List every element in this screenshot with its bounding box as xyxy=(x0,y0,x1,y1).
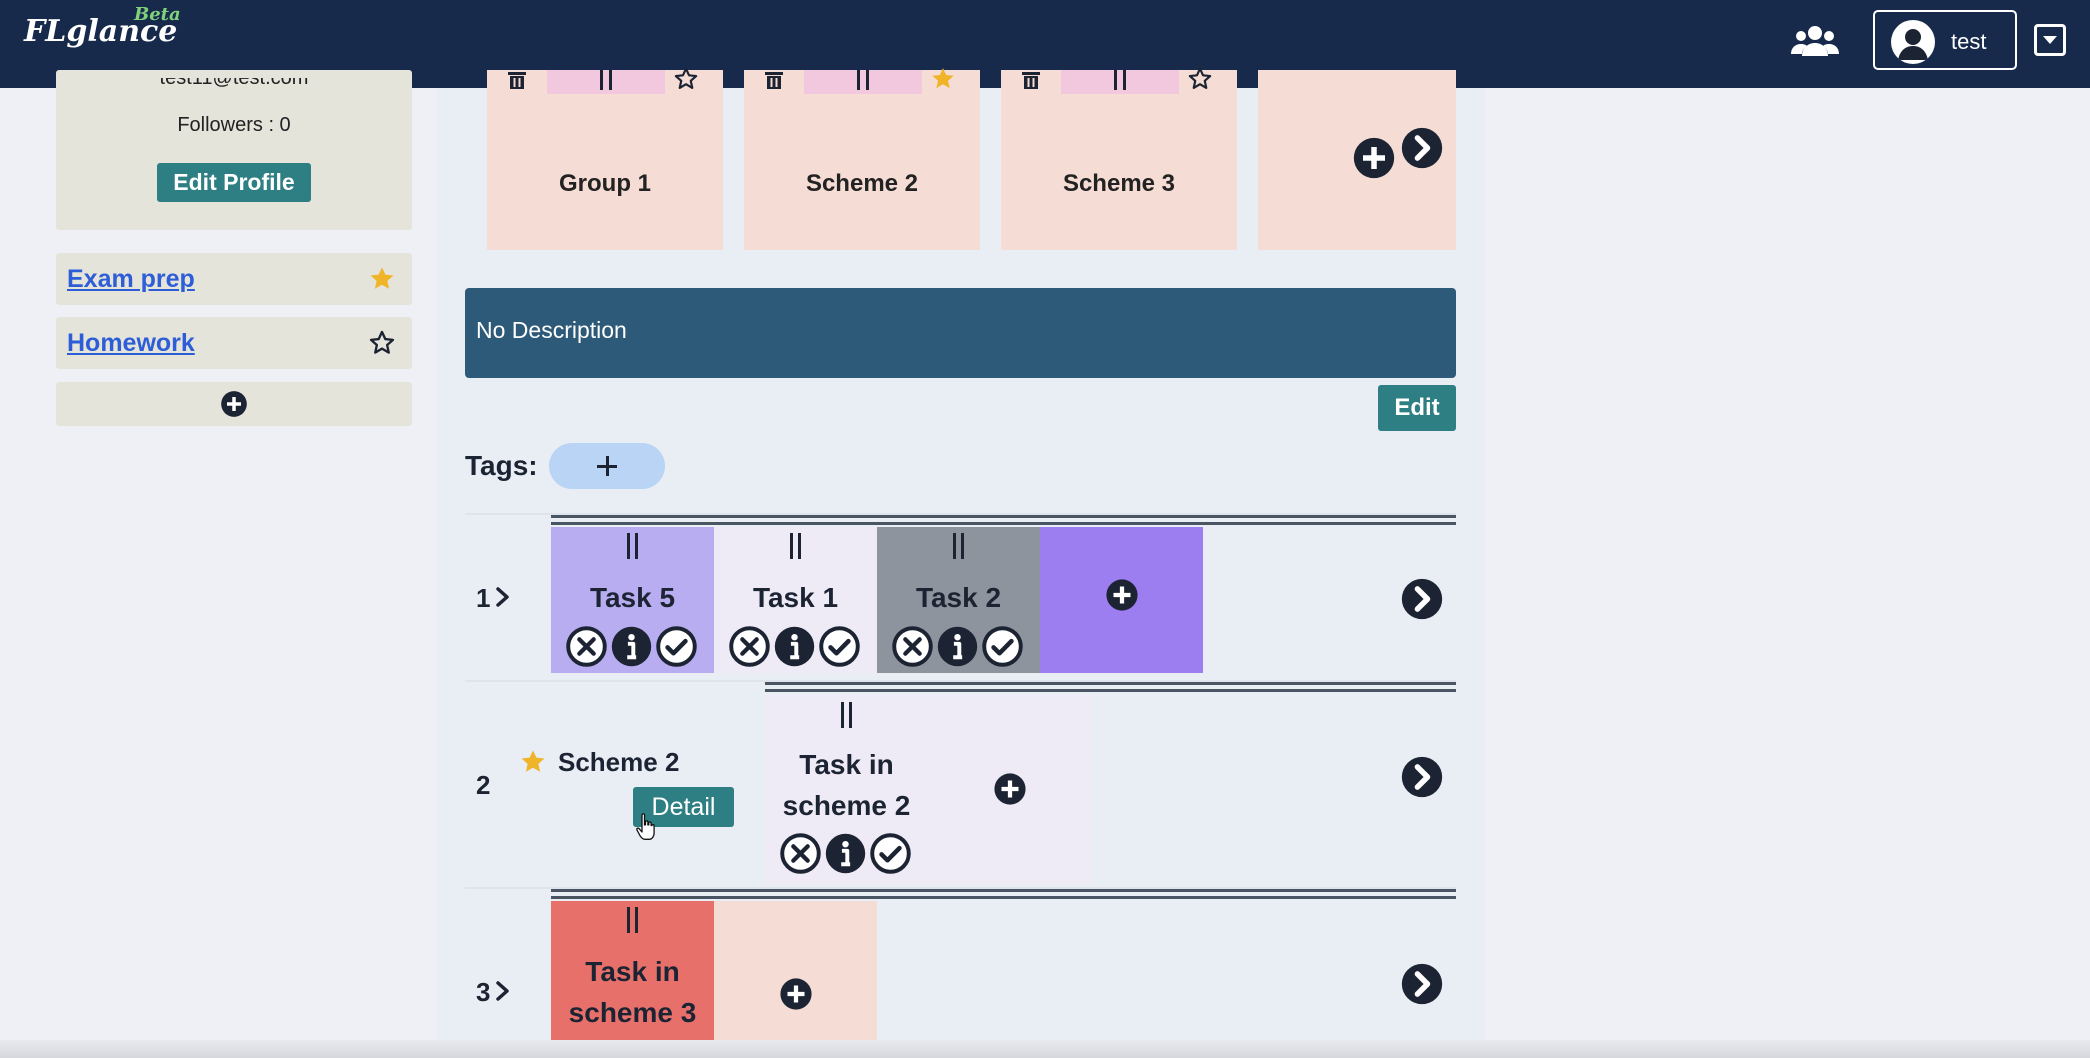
user-menu-button[interactable]: test xyxy=(1873,10,2017,70)
task-card[interactable]: Task in scheme 2 xyxy=(765,694,1092,884)
drag-handle[interactable] xyxy=(1061,70,1179,94)
add-tag-button[interactable] xyxy=(549,443,665,489)
sidebar-item-label[interactable]: Homework xyxy=(67,329,195,358)
row-number: 1 xyxy=(476,583,491,613)
check-circle-icon[interactable] xyxy=(655,625,698,668)
hand-cursor-icon xyxy=(636,813,655,840)
star-filled-icon[interactable] xyxy=(368,265,396,293)
drag-handle[interactable] xyxy=(804,70,922,94)
drag-handle[interactable] xyxy=(841,702,852,728)
check-circle-icon[interactable] xyxy=(981,625,1024,668)
scheme-card[interactable]: Scheme 3 xyxy=(1001,70,1237,250)
plus-circle-icon[interactable] xyxy=(993,772,1027,806)
task-card[interactable]: Task 5 xyxy=(551,527,714,673)
trash-icon[interactable] xyxy=(762,70,786,90)
chevron-right-circle-icon[interactable] xyxy=(1400,126,1444,170)
scheme-card[interactable]: Group 1 xyxy=(487,70,723,250)
info-circle-icon[interactable] xyxy=(610,625,653,668)
scheme-card-add xyxy=(1258,70,1456,250)
scheme-card-title: Group 1 xyxy=(558,170,651,197)
avatar-icon xyxy=(1891,20,1935,64)
star-outline-icon[interactable] xyxy=(368,329,396,357)
close-circle-icon[interactable] xyxy=(728,625,771,668)
check-circle-icon[interactable] xyxy=(869,832,912,875)
trash-icon[interactable] xyxy=(1019,70,1043,90)
close-circle-icon[interactable] xyxy=(891,625,934,668)
followers-count: Followers : 0 xyxy=(177,114,291,136)
info-circle-icon[interactable] xyxy=(936,625,979,668)
drag-handle[interactable] xyxy=(547,70,665,94)
task-card[interactable]: Task in scheme 3 xyxy=(551,901,714,1058)
tags-label: Tags: xyxy=(465,450,538,481)
drag-handle[interactable] xyxy=(627,533,638,559)
row-separator xyxy=(551,889,1456,899)
chevron-right-icon[interactable] xyxy=(494,980,512,1002)
edit-description-button[interactable]: Edit xyxy=(1378,385,1456,431)
chevron-right-icon[interactable] xyxy=(494,586,512,608)
scheme-card-title: Scheme 3 xyxy=(1062,170,1176,197)
task-card[interactable]: Task 2 xyxy=(877,527,1040,673)
drag-handle[interactable] xyxy=(790,533,801,559)
row-separator xyxy=(765,682,1456,692)
plus-circle-icon xyxy=(220,390,248,418)
user-name: test xyxy=(1951,29,1987,54)
edit-profile-button[interactable]: Edit Profile xyxy=(157,163,311,202)
profile-email: test11@test.com xyxy=(159,78,309,89)
profile-card: test11@test.com Followers : 0 Edit Profi… xyxy=(56,70,412,230)
beta-badge: Beta xyxy=(134,4,181,25)
drag-handle[interactable] xyxy=(627,907,638,933)
row-separator xyxy=(551,515,1456,525)
check-circle-icon[interactable] xyxy=(818,625,861,668)
task-title: Task 5 xyxy=(589,582,676,613)
task-title: Task in scheme 2 xyxy=(782,749,911,821)
star-filled-icon[interactable] xyxy=(518,748,548,776)
chevron-right-circle-icon[interactable] xyxy=(1400,577,1444,621)
add-task-cell[interactable] xyxy=(1040,527,1203,673)
description-box: No Description xyxy=(465,288,1456,378)
task-title: Task 1 xyxy=(752,582,839,613)
task-title: Task in scheme 3 xyxy=(568,956,697,1028)
sidebar-item-exam-prep[interactable]: Exam prep xyxy=(56,253,412,305)
plus-circle-icon[interactable] xyxy=(1352,136,1396,180)
plus-circle-icon[interactable] xyxy=(1105,578,1139,612)
row-number: 2 xyxy=(476,770,491,800)
close-circle-icon[interactable] xyxy=(565,625,608,668)
chevron-right-circle-icon[interactable] xyxy=(1400,755,1444,799)
star-outline-icon[interactable] xyxy=(673,66,699,92)
trash-icon[interactable] xyxy=(505,70,529,90)
chevron-right-circle-icon[interactable] xyxy=(1400,962,1444,1006)
scheme-card[interactable]: Scheme 2 xyxy=(744,70,980,250)
star-outline-icon[interactable] xyxy=(1187,66,1213,92)
sidebar-item-label[interactable]: Exam prep xyxy=(67,265,195,294)
close-circle-icon[interactable] xyxy=(779,832,822,875)
row-number: 3 xyxy=(476,977,491,1007)
task-title: Task 2 xyxy=(915,582,1002,613)
drag-handle[interactable] xyxy=(953,533,964,559)
star-filled-icon[interactable] xyxy=(930,66,956,92)
add-task-cell[interactable] xyxy=(714,901,877,1058)
scheme-card-title: Scheme 2 xyxy=(805,170,919,197)
info-circle-icon[interactable] xyxy=(824,832,867,875)
plus-circle-icon[interactable] xyxy=(779,977,813,1011)
info-circle-icon[interactable] xyxy=(773,625,816,668)
description-text: No Description xyxy=(476,317,627,343)
bottom-edge xyxy=(0,1040,2090,1058)
add-list-button[interactable] xyxy=(56,382,412,426)
task-card[interactable]: Task 1 xyxy=(714,527,877,673)
caret-down-icon[interactable] xyxy=(2034,24,2066,56)
users-icon[interactable] xyxy=(1790,22,1840,62)
scheme-label: Scheme 2 xyxy=(558,747,680,777)
sidebar-item-homework[interactable]: Homework xyxy=(56,317,412,369)
